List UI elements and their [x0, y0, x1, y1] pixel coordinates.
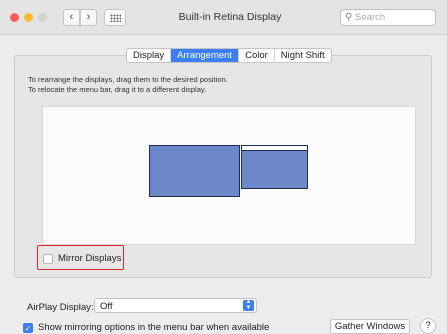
tab-bar: Display Arrangement Color Night Shift: [126, 48, 332, 63]
tab-display[interactable]: Display: [127, 49, 172, 62]
mirror-displays-label: Mirror Displays: [58, 253, 122, 264]
airplay-label: AirPlay Display:: [27, 302, 94, 313]
chevron-left-icon: ‹: [69, 11, 74, 23]
instruction-rearrange: To rearrange the displays, drag them to …: [28, 75, 228, 84]
instructions: To rearrange the displays, drag them to …: [28, 75, 228, 94]
forward-button[interactable]: ›: [80, 9, 97, 26]
search-input[interactable]: [355, 11, 433, 24]
airplay-value: Off: [100, 301, 113, 312]
search-icon: ⚲: [345, 12, 353, 23]
airplay-select[interactable]: Off ▲ ▼: [94, 298, 257, 313]
show-all-button[interactable]: [104, 9, 126, 26]
title-bar: ‹ › Built-in Retina Display ⚲: [0, 0, 447, 35]
tab-night-shift[interactable]: Night Shift: [275, 49, 331, 62]
mirror-displays-checkbox[interactable]: [43, 253, 53, 264]
mirror-displays-option[interactable]: Mirror Displays: [43, 253, 121, 264]
gather-windows-button[interactable]: Gather Windows: [330, 319, 410, 334]
show-mirroring-checkbox[interactable]: ✓: [23, 322, 33, 333]
menu-bar-handle[interactable]: [242, 146, 307, 151]
tab-arrangement[interactable]: Arrangement: [171, 49, 240, 62]
window-title: Built-in Retina Display: [178, 11, 282, 23]
grid-icon: [110, 14, 121, 22]
search-field[interactable]: ⚲: [340, 9, 436, 26]
zoom-window-button[interactable]: [38, 13, 47, 22]
help-button[interactable]: ?: [420, 318, 436, 334]
display-main[interactable]: [149, 145, 240, 197]
show-mirroring-option[interactable]: ✓ Show mirroring options in the menu bar…: [23, 322, 269, 333]
tab-color[interactable]: Color: [239, 49, 275, 62]
updown-arrows-icon: ▲ ▼: [243, 299, 254, 311]
back-button[interactable]: ‹: [63, 9, 80, 26]
chevron-right-icon: ›: [86, 11, 91, 23]
minimize-window-button[interactable]: [24, 13, 33, 22]
display-external[interactable]: [241, 145, 308, 189]
show-mirroring-label: Show mirroring options in the menu bar w…: [38, 322, 270, 333]
instruction-menubar: To relocate the menu bar, drag it to a d…: [28, 84, 207, 94]
close-window-button[interactable]: [10, 13, 19, 22]
